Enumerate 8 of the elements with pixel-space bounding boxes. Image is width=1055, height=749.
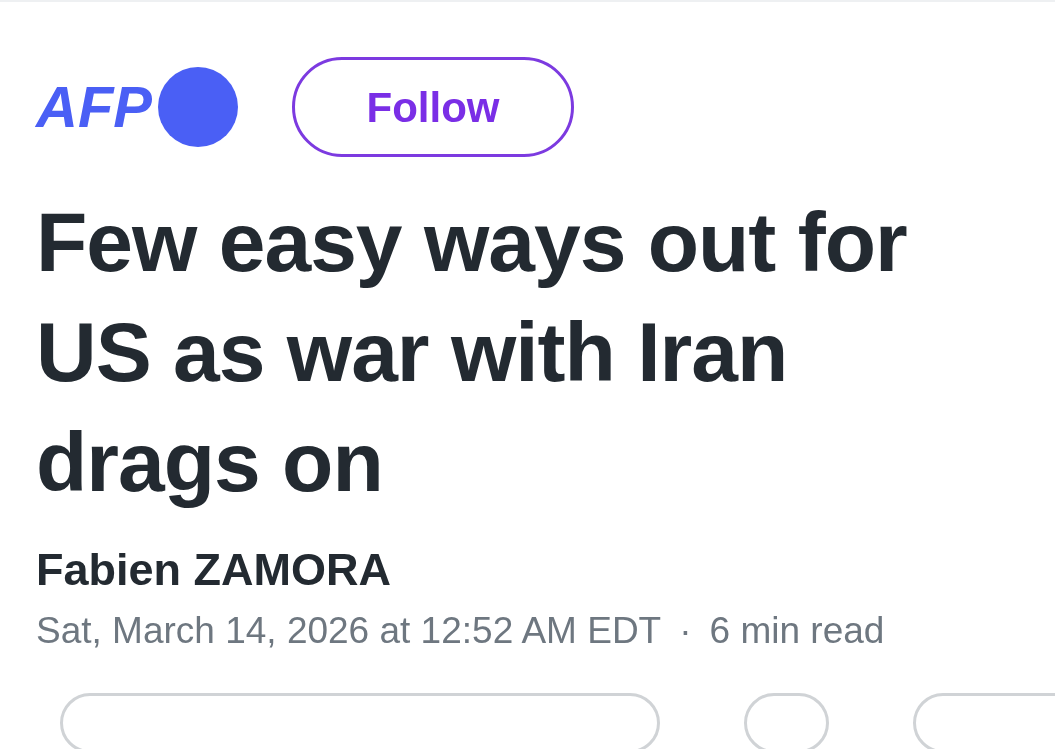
author: Fabien ZAMORA bbox=[35, 547, 392, 592]
headline: Few easy ways out for US as war with Iran drags on bbox=[35, 194, 908, 511]
logo-text: AFP bbox=[36, 78, 152, 136]
follow-button[interactable]: Follow bbox=[292, 57, 574, 157]
separator-dot: · bbox=[679, 612, 692, 649]
round-button[interactable] bbox=[744, 693, 829, 749]
publish-date: Sat, March 14, 2026 at 12:52 AM EDT bbox=[36, 612, 662, 649]
read-time: 6 min read bbox=[709, 612, 885, 649]
